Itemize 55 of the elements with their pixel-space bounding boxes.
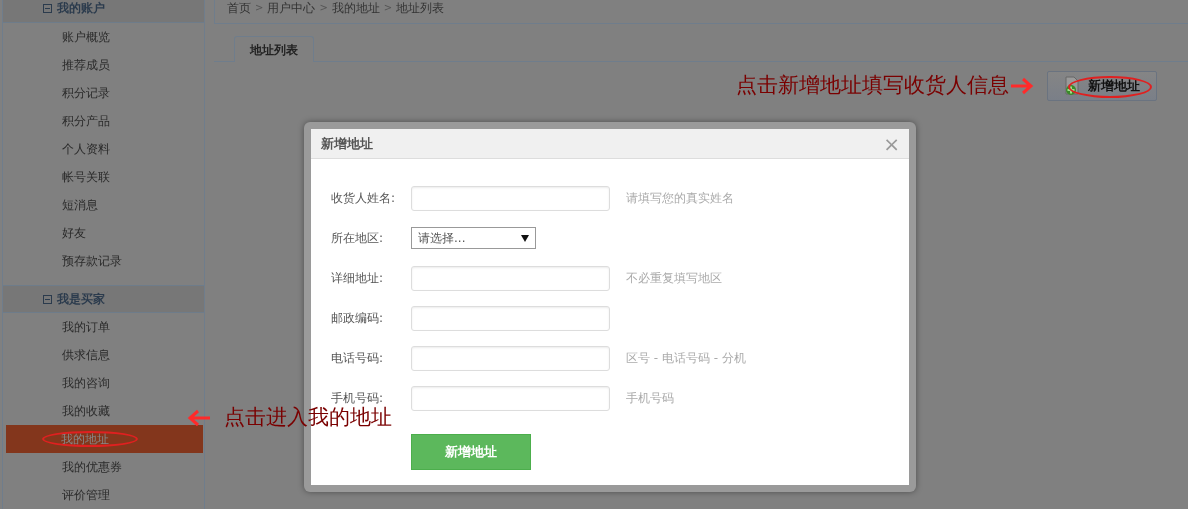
sidebar-item[interactable]: 账户概览 — [3, 23, 204, 51]
breadcrumb-link[interactable]: 用户中心 — [267, 0, 316, 17]
sidebar-item[interactable]: 积分产品 — [3, 107, 204, 135]
tab[interactable]: 地址列表 — [234, 36, 314, 62]
select-value: 请选择... — [418, 230, 466, 247]
input-field[interactable] — [411, 185, 610, 211]
input-field[interactable] — [411, 265, 610, 291]
breadcrumb-separator: > — [255, 1, 264, 15]
sidebar-item[interactable]: 我的订单 — [3, 313, 204, 341]
breadcrumb-link[interactable]: 地址列表 — [396, 0, 445, 17]
submit-button[interactable]: 新增地址 — [411, 434, 531, 470]
annotation-text: 点击新增地址填写收货人信息 — [736, 72, 1009, 99]
sidebar-item[interactable]: 我的地址 — [6, 425, 203, 453]
region-select[interactable]: 请选择... — [411, 227, 536, 249]
field-label: 电话号码: — [331, 350, 385, 367]
field-label: 收货人姓名: — [331, 190, 397, 207]
sidebar-item[interactable]: 我的咨询 — [3, 369, 204, 397]
arrow-icon — [186, 407, 212, 428]
sidebar-group-header[interactable]: 我的账户 — [3, 0, 204, 23]
sidebar-item[interactable]: 评价管理 — [3, 481, 204, 509]
sidebar-group-title: 我的账户 — [57, 0, 105, 17]
sidebar-item[interactable]: 个人资料 — [3, 135, 204, 163]
sidebar-item[interactable]: 积分记录 — [3, 79, 204, 107]
dropdown-icon — [521, 234, 529, 242]
sidebar-item[interactable]: 好友 — [3, 219, 204, 247]
annotation-text: 点击进入我的地址 — [224, 404, 392, 431]
field-hint: 不必重复填写地区 — [626, 270, 722, 287]
breadcrumb-separator: > — [383, 1, 393, 15]
sidebar-item[interactable]: 我的优惠券 — [3, 453, 204, 481]
sidebar-item[interactable]: 供求信息 — [3, 341, 204, 369]
field-hint: 手机号码 — [626, 390, 674, 407]
sidebar-item[interactable]: 帐号关联 — [3, 163, 204, 191]
input-field[interactable] — [411, 305, 610, 331]
sidebar-item[interactable]: 短消息 — [3, 191, 204, 219]
field-label: 所在地区: — [331, 230, 385, 247]
field-label: 手机号码: — [331, 390, 385, 406]
close-button[interactable]: × — [883, 133, 900, 154]
add-address-button[interactable]: 新增地址 — [1047, 70, 1157, 101]
sidebar-item[interactable]: 推荐成员 — [3, 51, 204, 79]
sidebar-item[interactable]: 预存款记录 — [3, 247, 204, 275]
field-label: 详细地址: — [331, 270, 385, 287]
field-label: 邮政编码: — [331, 310, 385, 327]
sidebar-group-title: 我是买家 — [57, 291, 105, 308]
arrow-icon — [1009, 75, 1035, 96]
sidebar-item[interactable]: 我的收藏 — [3, 397, 204, 425]
breadcrumb-separator: > — [319, 1, 328, 15]
sidebar-group-header[interactable]: 我是买家 — [3, 285, 204, 313]
breadcrumb-link[interactable]: 我的地址 — [331, 0, 380, 17]
input-field[interactable] — [411, 385, 610, 411]
field-hint: 区号 - 电话号码 - 分机 — [626, 350, 746, 367]
add-document-icon — [1064, 75, 1082, 96]
dialog-title: 新增地址 — [321, 134, 373, 153]
input-field[interactable] — [411, 345, 610, 371]
field-hint: 请填写您的真实姓名 — [626, 190, 734, 207]
breadcrumb-link[interactable]: 首页 — [227, 0, 251, 17]
